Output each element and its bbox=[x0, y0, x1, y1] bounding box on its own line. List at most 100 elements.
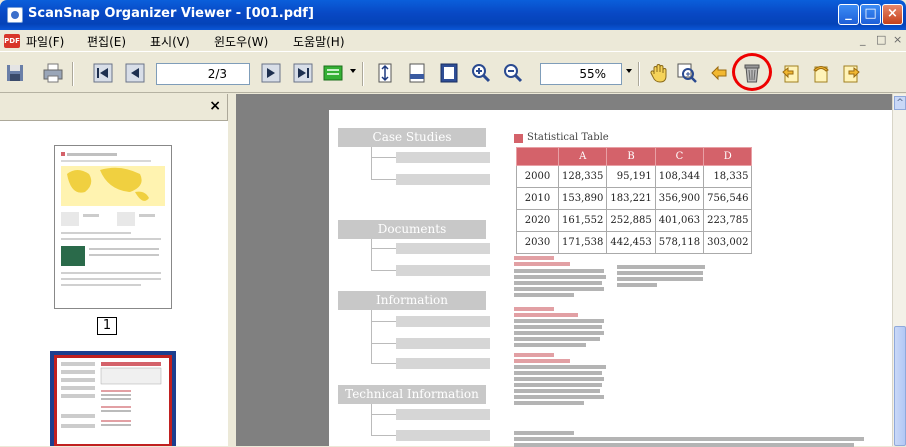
magnifier-tool-icon[interactable] bbox=[674, 60, 700, 86]
tree-branch bbox=[371, 270, 396, 271]
table-title-marker bbox=[514, 134, 523, 143]
table-cell: 401,063 bbox=[654, 209, 705, 232]
zoom-level-field[interactable]: 55% bbox=[540, 63, 622, 85]
thumbnail-panel: × 1 bbox=[0, 94, 228, 446]
page-thumbnail-1-label: 1 bbox=[97, 317, 117, 335]
hand-tool-icon[interactable] bbox=[646, 60, 672, 86]
table-row: 2000 128,335 95,191 108,344 18,335 bbox=[516, 165, 753, 188]
table-cell: 2000 bbox=[516, 165, 559, 188]
table-cell: 442,453 bbox=[606, 231, 656, 254]
tree-branch bbox=[371, 321, 396, 322]
subsection-box bbox=[396, 338, 490, 349]
table-row: 2010 153,890 183,221 356,900 756,546 bbox=[516, 187, 753, 210]
table-header-cell: A bbox=[557, 147, 608, 166]
table-cell: 223,785 bbox=[703, 209, 753, 232]
table-cell: 128,335 bbox=[557, 165, 608, 188]
maximize-button[interactable]: □ bbox=[860, 4, 881, 25]
table-cell: 252,885 bbox=[606, 209, 656, 232]
table-cell: 303,002 bbox=[703, 231, 753, 254]
tree-line bbox=[371, 147, 372, 180]
toolbar-separator bbox=[638, 62, 640, 86]
table-cell: 18,335 bbox=[703, 165, 753, 188]
fit-height-icon[interactable] bbox=[372, 60, 398, 86]
subsection-box bbox=[396, 409, 490, 420]
subsection-box bbox=[396, 174, 490, 185]
document-page: Case Studies Documents Information Techn… bbox=[329, 110, 892, 447]
statistical-table: A B C D 2000 128,335 95,191 108,344 18,3… bbox=[516, 147, 753, 254]
toolbar: 2/3 55% bbox=[0, 53, 906, 93]
table-cell: 578,118 bbox=[654, 231, 705, 254]
fit-width-icon[interactable] bbox=[404, 60, 430, 86]
menu-view[interactable]: 표시(V) bbox=[150, 33, 190, 50]
table-row: 2030 171,538 442,453 578,118 303,002 bbox=[516, 231, 753, 254]
menu-bar: PDF 파일(F) 편집(E) 표시(V) 윈도우(W) 도움말(H) _ □ … bbox=[0, 30, 906, 52]
save-icon[interactable] bbox=[2, 60, 28, 86]
tree-branch bbox=[371, 179, 396, 180]
table-header-cell: B bbox=[606, 147, 656, 166]
table-header-cell: C bbox=[654, 147, 705, 166]
tree-branch bbox=[371, 248, 396, 249]
color-dropdown-arrow[interactable] bbox=[350, 69, 356, 73]
return-icon[interactable] bbox=[706, 60, 732, 86]
table-cell: 171,538 bbox=[557, 231, 608, 254]
rotate-left-icon[interactable] bbox=[778, 60, 804, 86]
doc-close-button[interactable]: × bbox=[893, 33, 902, 46]
highlight-circle bbox=[732, 53, 772, 91]
table-cell: 2020 bbox=[516, 209, 559, 232]
table-cell: 756,546 bbox=[703, 187, 753, 210]
tree-branch bbox=[371, 343, 396, 344]
toolbar-separator bbox=[362, 62, 364, 86]
last-page-icon[interactable] bbox=[290, 60, 316, 86]
menu-help[interactable]: 도움말(H) bbox=[293, 33, 345, 50]
page-thumbnail-2[interactable] bbox=[50, 351, 176, 446]
window-title: ScanSnap Organizer Viewer - [001.pdf] bbox=[28, 6, 314, 21]
close-button[interactable]: × bbox=[882, 4, 903, 25]
doc-restore-button[interactable]: □ bbox=[876, 33, 886, 46]
next-page-icon[interactable] bbox=[258, 60, 284, 86]
section-documents: Documents bbox=[338, 220, 486, 239]
thumbnail-list[interactable]: 1 bbox=[0, 120, 228, 446]
tree-branch bbox=[371, 435, 396, 436]
pdf-document-icon[interactable]: PDF bbox=[4, 34, 20, 48]
zoom-in-icon[interactable] bbox=[468, 60, 494, 86]
menu-file[interactable]: 파일(F) bbox=[26, 33, 64, 50]
table-cell: 356,900 bbox=[654, 187, 705, 210]
thumbnail-panel-header: × bbox=[0, 94, 228, 120]
scroll-up-arrow[interactable]: ^ bbox=[894, 96, 906, 110]
color-icon[interactable] bbox=[320, 60, 346, 86]
subsection-box bbox=[396, 316, 490, 327]
menu-window[interactable]: 윈도우(W) bbox=[214, 33, 268, 50]
app-icon[interactable] bbox=[7, 7, 23, 23]
scrollbar-thumb[interactable] bbox=[894, 326, 906, 446]
tree-branch bbox=[371, 363, 396, 364]
close-panel-button[interactable]: × bbox=[209, 98, 221, 114]
table-cell: 108,344 bbox=[654, 165, 705, 188]
title-bar: ScanSnap Organizer Viewer - [001.pdf] _ … bbox=[0, 0, 906, 30]
page-number-field[interactable]: 2/3 bbox=[156, 63, 250, 85]
rotate-180-icon[interactable] bbox=[808, 60, 834, 86]
table-cell: 95,191 bbox=[606, 165, 656, 188]
fit-page-icon[interactable] bbox=[436, 60, 462, 86]
table-cell: 161,552 bbox=[557, 209, 608, 232]
page-thumbnail-1[interactable] bbox=[54, 145, 172, 309]
menu-edit[interactable]: 편집(E) bbox=[87, 33, 126, 50]
previous-page-icon[interactable] bbox=[122, 60, 148, 86]
print-icon[interactable] bbox=[40, 60, 66, 86]
vertical-scrollbar[interactable]: ^ bbox=[892, 94, 906, 446]
tree-line bbox=[371, 404, 372, 436]
zoom-out-icon[interactable] bbox=[500, 60, 526, 86]
rotate-right-icon[interactable] bbox=[838, 60, 864, 86]
tree-branch bbox=[371, 414, 396, 415]
table-cell: 2010 bbox=[516, 187, 559, 210]
table-row: 2020 161,552 252,885 401,063 223,785 bbox=[516, 209, 753, 232]
first-page-icon[interactable] bbox=[90, 60, 116, 86]
table-cell: 153,890 bbox=[557, 187, 608, 210]
table-cell: 183,221 bbox=[606, 187, 656, 210]
doc-minimize-button[interactable]: _ bbox=[860, 33, 866, 46]
subsection-box bbox=[396, 358, 490, 369]
zoom-dropdown-arrow[interactable] bbox=[626, 69, 632, 73]
subsection-box bbox=[396, 430, 490, 441]
tree-branch bbox=[371, 157, 396, 158]
section-technical-information: Technical Information bbox=[338, 385, 486, 404]
minimize-button[interactable]: _ bbox=[838, 4, 859, 25]
